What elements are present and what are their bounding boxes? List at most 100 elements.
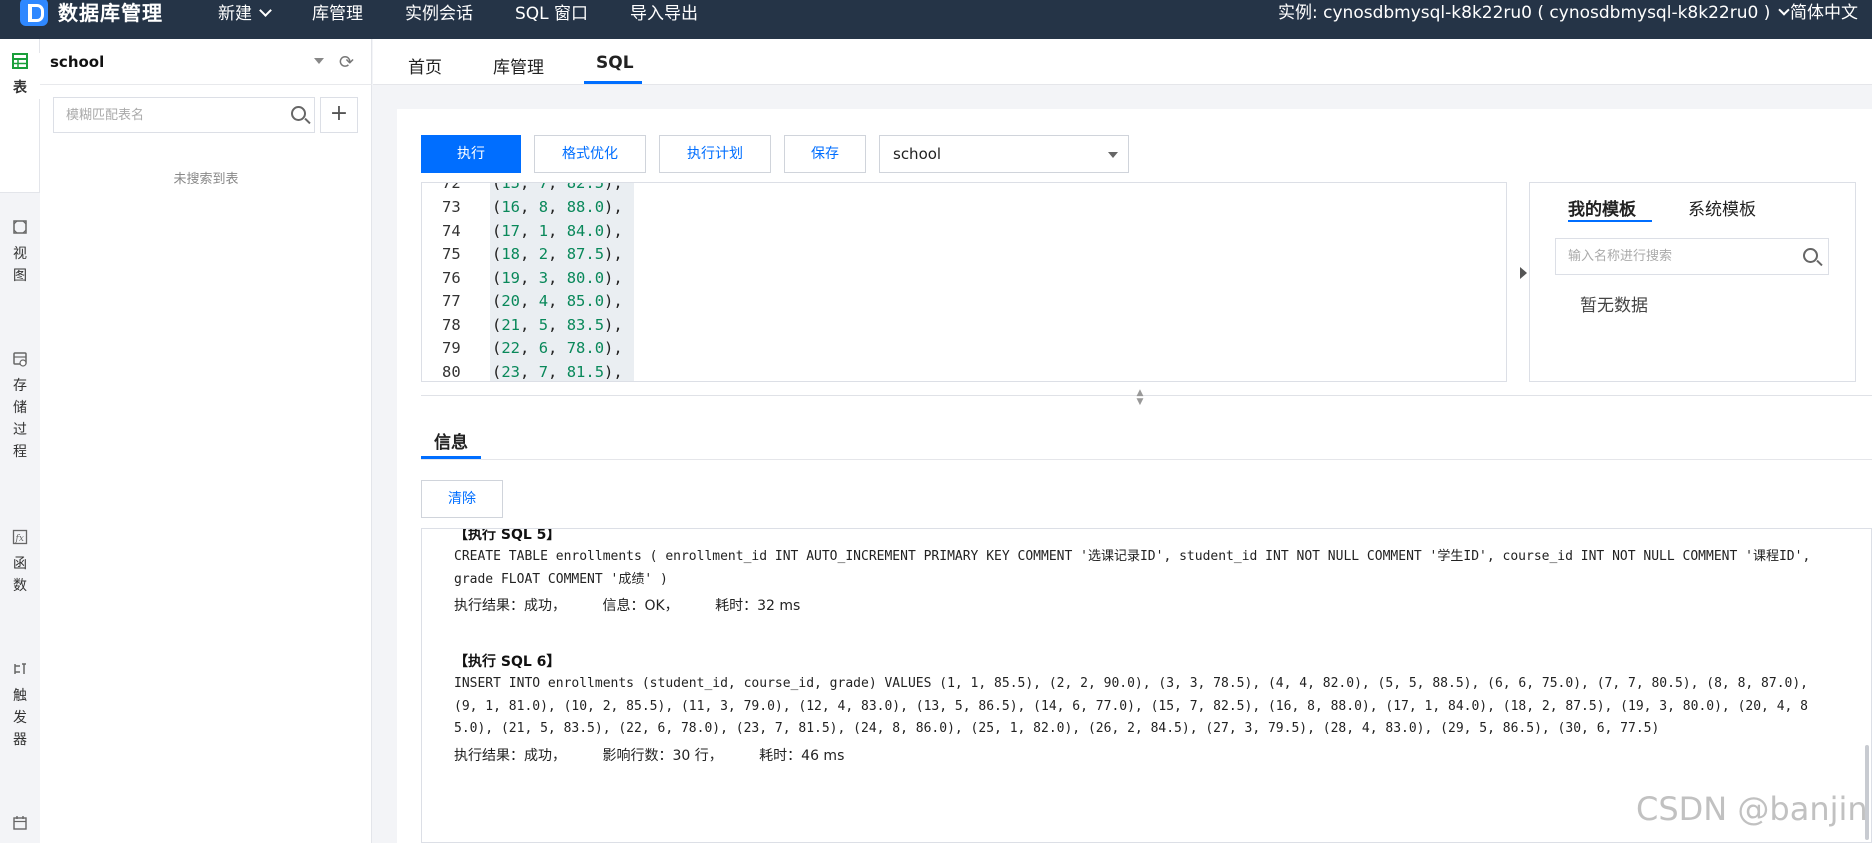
tab-db-management[interactable]: 库管理 [493,53,544,78]
iconbar-item-views[interactable]: 视图 [0,219,40,287]
number-literal: 20 [501,292,521,310]
code-text: (20, 4, 85.0), [490,289,634,313]
result-detail: 信息：OK， [602,598,679,614]
code-text: (15, 7, 82.5), [490,183,634,195]
code-text: (16, 8, 88.0), [490,195,634,219]
line-number: 72 [442,182,461,192]
execution-plan-button[interactable]: 执行计划 [659,135,771,173]
collapse-panel-icon[interactable] [1520,267,1527,279]
number-literal: 16 [501,198,521,216]
line-number: 74 [442,221,461,240]
line-number: 73 [442,198,461,216]
log-title: 【执行 SQL 6】 [454,654,561,670]
number-literal: 17 [501,221,521,240]
event-icon [11,815,29,833]
number-literal: 85.0 [566,292,605,310]
number-literal: 87.5 [566,245,605,263]
format-button[interactable]: 格式优化 [534,135,646,173]
table-search-input[interactable] [54,98,264,132]
template-panel: 我的模板 系统模板 暂无数据 [1529,182,1856,382]
active-tab-indicator [584,81,642,84]
empty-table-message: 未搜索到表 [173,172,239,187]
nav-import-export[interactable]: 导入导出 [630,0,698,24]
pane-splitter[interactable] [421,395,1872,396]
iconbar-label-tables: 表 [13,80,27,96]
nav-sql-window[interactable]: SQL 窗口 [515,0,588,24]
result-status: 执行结果：成功， [454,598,566,614]
app-logo[interactable]: 数据库管理 [20,0,163,26]
line-number: 75 [442,245,461,263]
add-table-button[interactable]: + [320,97,358,133]
code-line: 73 (16, 8, 88.0), [422,195,1506,219]
template-search-input[interactable] [1556,239,1776,274]
svg-text:fx: fx [15,534,24,544]
code-line: 74 (17, 1, 84.0), [422,218,1506,243]
iconbar-item-tables[interactable]: 表 [0,53,40,99]
trigger-icon [11,661,29,679]
active-tab-indicator [1568,220,1652,222]
template-empty-message: 暂无数据 [1580,296,1648,316]
number-literal: 78.0 [566,339,605,357]
log-sql: INSERT INTO enrollments (student_id, cou… [454,676,1816,736]
number-literal: 23 [501,362,521,381]
result-status: 执行结果：成功， [454,747,566,764]
database-selector[interactable]: school [50,53,104,71]
database-logo-icon [20,0,48,26]
iconbar-label-triggers: 触发器 [13,688,27,748]
iconbar-item-triggers[interactable]: 触发器 [0,661,40,751]
line-number: 77 [442,292,461,310]
iconbar-item-procedures[interactable]: 存储过程 [0,351,40,463]
app-title: 数据库管理 [58,1,163,25]
result-time: 耗时：46 ms [759,747,845,764]
tab-sql[interactable]: SQL [596,53,634,73]
tab-system-templates[interactable]: 系统模板 [1688,195,1756,220]
code-line: 80 (23, 7, 81.5), [422,359,1506,381]
sql-editor[interactable]: 72 (15, 7, 82.5), 73 (16, 8, 88.0), 74 (17,… [421,182,1507,382]
refresh-icon[interactable]: ⟳ [339,52,354,73]
line-number: 76 [442,268,461,287]
nav-instance-sessions[interactable]: 实例会话 [405,0,473,24]
iconbar-item-functions[interactable]: fx 函数 [0,529,40,597]
code-line: 75 (18, 2, 87.5), [422,242,1506,266]
resize-handle-icon[interactable]: ▲ ▼ [1134,389,1146,411]
chevron-down-icon [1778,4,1791,16]
code-line: 79 (22, 6, 78.0), [422,336,1506,360]
tab-home[interactable]: 首页 [408,53,442,78]
code-line: 78 (21, 5, 83.5), [422,312,1506,337]
number-literal: 5 [538,315,549,334]
number-literal: 19 [501,268,521,287]
instance-selector[interactable]: 实例: cynosdbmysql-k8k22ru0 ( cynosdbmysql… [1278,0,1791,23]
database-dropdown[interactable]: school [879,135,1129,173]
caret-down-icon[interactable] [314,58,324,64]
nav-db-management[interactable]: 库管理 [312,0,363,24]
number-literal: 22 [501,339,521,357]
number-literal: 6 [538,339,549,357]
function-icon: fx [11,529,29,547]
iconbar-label-procedures: 存储过程 [13,378,27,460]
code-line: 72 (15, 7, 82.5), [422,182,1506,195]
nav-new-menu[interactable]: 新建 [218,0,270,24]
number-literal: 21 [501,315,521,334]
iconbar-label-views: 视图 [13,246,27,284]
number-literal: 8 [538,198,549,216]
instance-label: 实例: cynosdbmysql-k8k22ru0 ( cynosdbmysql… [1278,3,1771,23]
code-text: (17, 1, 84.0), [490,218,634,243]
clear-button[interactable]: 清除 [421,480,503,518]
table-icon [11,53,29,71]
code-text: (21, 5, 83.5), [490,312,634,337]
language-selector[interactable]: 简体中文 [1790,0,1858,23]
number-literal: 81.5 [566,362,605,381]
search-icon[interactable] [1803,248,1818,263]
result-time: 耗时：32 ms [715,598,801,614]
code-text: (23, 7, 81.5), [490,359,634,381]
number-literal: 83.5 [566,315,605,334]
search-icon[interactable] [291,106,306,121]
tab-info[interactable]: 信息 [434,428,468,453]
iconbar-item-events[interactable] [0,815,40,839]
main-tabs: 首页 库管理 SQL [373,39,1872,85]
watermark: CSDN @banjin [1636,790,1868,828]
tab-my-templates[interactable]: 我的模板 [1568,195,1636,220]
log-entry: 【执行 SQL 5】 CREATE TABLE enrollments ( en… [454,529,1814,617]
execute-button[interactable]: 执行 [421,135,521,173]
save-button[interactable]: 保存 [784,135,866,173]
